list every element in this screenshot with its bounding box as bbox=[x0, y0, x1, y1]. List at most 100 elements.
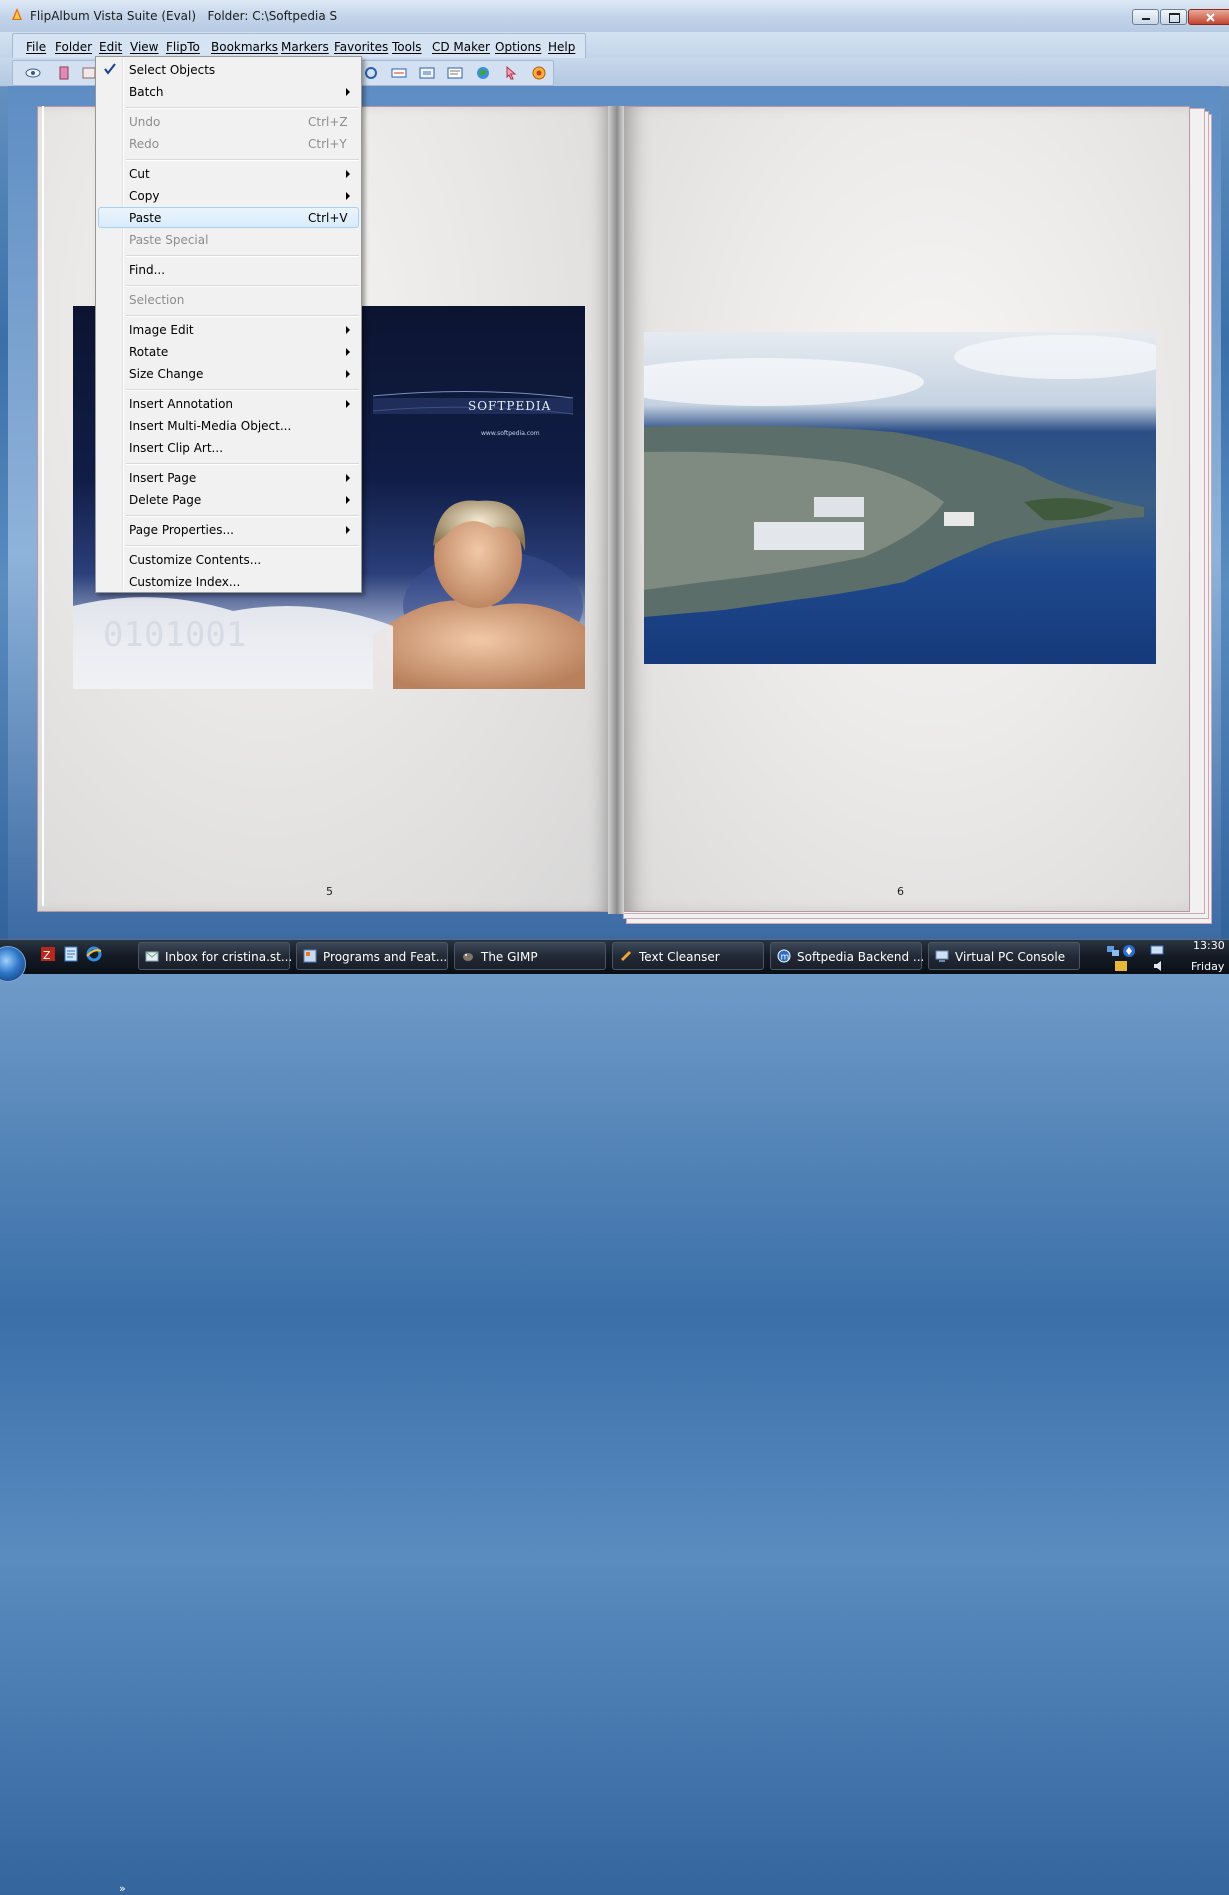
filezilla-icon[interactable]: Z bbox=[40, 946, 56, 962]
taskbar-item-virtual-pc[interactable]: Virtual PC Console bbox=[928, 942, 1080, 970]
checkmark-icon bbox=[104, 63, 116, 75]
menu-item-delete-page[interactable]: Delete Page bbox=[129, 493, 201, 507]
start-button[interactable] bbox=[0, 946, 26, 982]
rotate-icon[interactable] bbox=[363, 66, 379, 80]
menu-item-customize-contents[interactable]: Customize Contents... bbox=[129, 553, 261, 567]
menu-view[interactable]: View bbox=[130, 40, 158, 54]
taskbar-item-programs[interactable]: Programs and Feat... bbox=[296, 942, 448, 970]
book-pink-icon[interactable] bbox=[56, 66, 72, 80]
menu-item-customize-index[interactable]: Customize Index... bbox=[129, 575, 240, 589]
menu-item-rotate[interactable]: Rotate bbox=[129, 345, 168, 359]
shortcut-redo: Ctrl+Y bbox=[308, 137, 347, 151]
menu-item-undo[interactable]: Undo bbox=[129, 115, 160, 129]
menu-item-paste-special[interactable]: Paste Special bbox=[129, 233, 208, 247]
menu-item-copy[interactable]: Copy bbox=[129, 189, 159, 203]
photo-right[interactable] bbox=[644, 332, 1156, 664]
network-icon[interactable] bbox=[1105, 944, 1121, 958]
taskbar-item-softpedia-backend[interactable]: m Softpedia Backend ... bbox=[770, 942, 925, 970]
menu-item-batch[interactable]: Batch bbox=[129, 85, 164, 99]
eye-icon[interactable] bbox=[25, 66, 41, 80]
taskbar-item-label: Inbox for cristina.st... bbox=[165, 950, 293, 964]
virtual-pc-icon bbox=[935, 950, 949, 962]
close-icon bbox=[1206, 13, 1215, 22]
menu-item-cut[interactable]: Cut bbox=[129, 167, 150, 181]
menu-folder[interactable]: Folder bbox=[55, 40, 92, 54]
taskbar-item-inbox[interactable]: Inbox for cristina.st... bbox=[138, 942, 293, 970]
menu-separator bbox=[126, 389, 359, 391]
softpedia-url-text: www.softpedia.com bbox=[481, 430, 540, 437]
taskbar-item-label: Programs and Feat... bbox=[323, 950, 448, 964]
menu-item-insert-page[interactable]: Insert Page bbox=[129, 471, 196, 485]
svg-text:Z: Z bbox=[43, 949, 51, 962]
notepad-icon[interactable] bbox=[63, 946, 79, 962]
fit-width-icon[interactable] bbox=[391, 66, 407, 80]
menu-markers[interactable]: Markers bbox=[281, 40, 329, 54]
menu-tools[interactable]: Tools bbox=[392, 40, 422, 54]
globe-icon[interactable] bbox=[475, 66, 491, 80]
taskbar-item-gimp[interactable]: The GIMP bbox=[454, 942, 606, 970]
svg-text:m: m bbox=[781, 953, 790, 963]
menu-cd-maker[interactable]: CD Maker bbox=[432, 40, 490, 54]
internet-explorer-icon[interactable] bbox=[86, 946, 102, 962]
clock-day[interactable]: Friday bbox=[1191, 960, 1224, 973]
menu-item-size-change[interactable]: Size Change bbox=[129, 367, 203, 381]
menu-bookmarks[interactable]: Bookmarks bbox=[211, 40, 278, 54]
page-number-left: 5 bbox=[326, 885, 333, 898]
menu-item-insert-multimedia[interactable]: Insert Multi-Media Object... bbox=[129, 419, 291, 433]
close-button[interactable] bbox=[1188, 9, 1229, 25]
menu-flipto[interactable]: FlipTo bbox=[166, 40, 200, 54]
display-icon[interactable] bbox=[1150, 944, 1164, 958]
menu-favorites[interactable]: Favorites bbox=[334, 40, 388, 54]
pointer-icon[interactable] bbox=[503, 66, 519, 80]
menu-separator bbox=[126, 545, 359, 547]
book-spine bbox=[608, 106, 624, 914]
menu-icon-gutter bbox=[122, 58, 124, 591]
submenu-arrow-icon bbox=[346, 326, 350, 334]
menu-separator bbox=[126, 315, 359, 317]
menu-item-insert-clip-art[interactable]: Insert Clip Art... bbox=[129, 441, 223, 455]
menu-edit[interactable]: Edit bbox=[99, 40, 122, 54]
taskbar-item-label: Softpedia Backend ... bbox=[797, 950, 925, 964]
taskbar-item-label: The GIMP bbox=[481, 950, 538, 964]
submenu-arrow-icon bbox=[346, 88, 350, 96]
menu-options[interactable]: Options bbox=[495, 40, 541, 54]
svg-text:0101001: 0101001 bbox=[103, 615, 246, 655]
shortcut-paste: Ctrl+V bbox=[308, 211, 348, 225]
help-icon[interactable] bbox=[531, 66, 547, 80]
submenu-arrow-icon bbox=[346, 400, 350, 408]
edit-dropdown-menu: Select Objects Batch Undo Ctrl+Z Redo Ct… bbox=[95, 56, 362, 593]
quick-launch-more[interactable]: » bbox=[119, 1882, 126, 1895]
menu-separator bbox=[126, 255, 359, 257]
submenu-arrow-icon bbox=[346, 170, 350, 178]
clock-time[interactable]: 13:30 bbox=[1193, 939, 1225, 952]
submenu-arrow-icon bbox=[346, 192, 350, 200]
menu-item-selection[interactable]: Selection bbox=[129, 293, 184, 307]
menu-item-image-edit[interactable]: Image Edit bbox=[129, 323, 194, 337]
gimp-icon bbox=[463, 953, 473, 961]
taskbar-item-text-cleanser[interactable]: Text Cleanser bbox=[612, 942, 764, 970]
menu-item-paste[interactable]: Paste bbox=[129, 211, 161, 225]
photo-right-artwork bbox=[644, 335, 1156, 617]
control-panel-icon bbox=[303, 949, 317, 963]
menu-separator bbox=[126, 515, 359, 517]
menu-item-insert-annotation[interactable]: Insert Annotation bbox=[129, 397, 233, 411]
menu-item-redo[interactable]: Redo bbox=[129, 137, 159, 151]
security-icon[interactable] bbox=[1122, 944, 1136, 958]
window-title: FlipAlbum Vista Suite (Eval) Folder: C:\… bbox=[30, 9, 338, 23]
taskbar: Z » Inbox for cristina.st... Programs an… bbox=[0, 939, 1229, 1895]
warning-icon[interactable] bbox=[1114, 960, 1128, 972]
menu-file[interactable]: File bbox=[26, 40, 46, 54]
submenu-arrow-icon bbox=[346, 370, 350, 378]
menu-item-page-properties[interactable]: Page Properties... bbox=[129, 523, 234, 537]
submenu-arrow-icon bbox=[346, 496, 350, 504]
menu-item-find[interactable]: Find... bbox=[129, 263, 165, 277]
minimize-button[interactable] bbox=[1132, 9, 1159, 25]
volume-icon[interactable] bbox=[1152, 960, 1166, 972]
menu-item-select-objects[interactable]: Select Objects bbox=[129, 63, 215, 77]
menu-help[interactable]: Help bbox=[548, 40, 575, 54]
maximize-button[interactable] bbox=[1160, 9, 1187, 25]
thumbnail-icon[interactable] bbox=[419, 66, 435, 80]
slideshow-icon[interactable] bbox=[447, 66, 463, 80]
menu-separator bbox=[126, 463, 359, 465]
title-bar: FlipAlbum Vista Suite (Eval) Folder: C:\… bbox=[0, 0, 1229, 33]
